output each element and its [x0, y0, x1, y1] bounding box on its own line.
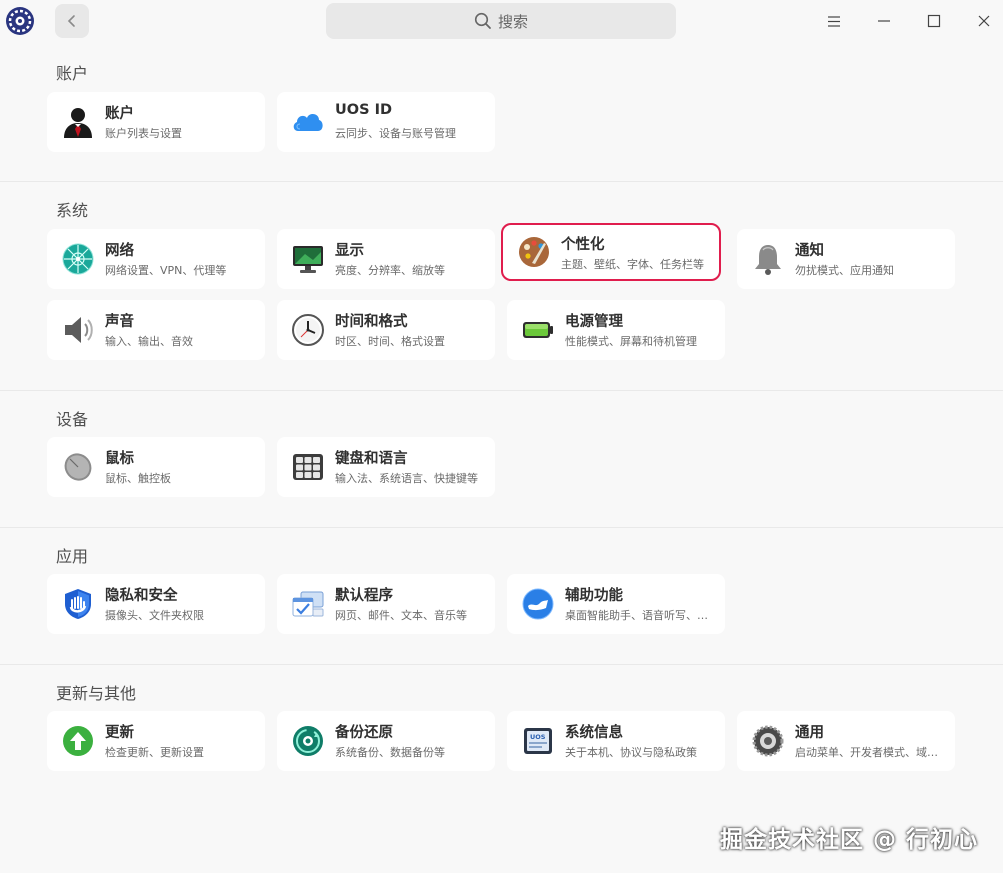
card-keyboard[interactable]: 键盘和语言 输入法、系统语言、快捷键等: [277, 437, 495, 497]
control-center-logo-icon: [6, 7, 34, 35]
menu-button[interactable]: [819, 6, 849, 36]
card-subtitle: 关于本机、协议与隐私政策: [565, 746, 697, 759]
gear-icon: [752, 725, 784, 757]
card-title: 账户: [105, 106, 134, 122]
card-subtitle: 摄像头、文件夹权限: [105, 609, 204, 622]
card-subtitle: 鼠标、触控板: [105, 472, 171, 485]
card-subtitle: 系统备份、数据备份等: [335, 746, 445, 759]
maximize-button[interactable]: [919, 6, 949, 36]
keyboard-icon: [293, 454, 323, 480]
section-title-account: 账户: [56, 64, 89, 83]
search-input[interactable]: 搜索: [326, 3, 676, 39]
card-backup[interactable]: 备份还原 系统备份、数据备份等: [277, 711, 495, 771]
card-title: 辅助功能: [565, 588, 623, 604]
update-arrow-icon: [63, 726, 93, 756]
card-subtitle: 启动菜单、开发者模式、域管…: [795, 746, 945, 759]
accessibility-icon: [522, 588, 554, 620]
card-title: 网络: [105, 243, 134, 259]
card-update[interactable]: 更新 检查更新、更新设置: [47, 711, 265, 771]
card-default-apps[interactable]: 默认程序 网页、邮件、文本、音乐等: [277, 574, 495, 634]
card-title: 默认程序: [335, 588, 393, 604]
card-datetime[interactable]: 时间和格式 时区、时间、格式设置: [277, 300, 495, 360]
card-sound[interactable]: 声音 输入、输出、音效: [47, 300, 265, 360]
cloud-icon: [293, 114, 323, 131]
card-network[interactable]: 网络 网络设置、VPN、代理等: [47, 229, 265, 289]
speaker-icon: [65, 317, 93, 343]
card-subtitle: 输入法、系统语言、快捷键等: [335, 472, 478, 485]
card-subtitle: 主题、壁纸、字体、任务栏等: [561, 258, 704, 271]
watermark-text: 掘金技术社区 @ 行初心: [720, 827, 979, 853]
section-title-updates: 更新与其他: [56, 684, 137, 703]
clock-icon: [292, 314, 324, 346]
card-mouse[interactable]: 鼠标 鼠标、触控板: [47, 437, 265, 497]
search-placeholder: 搜索: [497, 12, 528, 31]
card-title: 显示: [335, 243, 364, 259]
mouse-icon: [64, 453, 92, 481]
card-notification[interactable]: 通知 勿扰模式、应用通知: [737, 229, 955, 289]
card-privacy[interactable]: 隐私和安全 摄像头、文件夹权限: [47, 574, 265, 634]
battery-icon: [523, 322, 553, 338]
monitor-icon: [293, 246, 323, 273]
card-title: 个性化: [561, 237, 605, 253]
card-subtitle: 桌面智能助手、语音听写、语…: [565, 609, 715, 622]
minimize-button[interactable]: [869, 6, 899, 36]
card-subtitle: 检查更新、更新设置: [105, 746, 204, 759]
card-title: 电源管理: [565, 314, 623, 330]
card-general[interactable]: 通用 启动菜单、开发者模式、域管…: [737, 711, 955, 771]
card-title: 系统信息: [565, 725, 623, 741]
close-button[interactable]: [969, 6, 999, 36]
card-subtitle: 网络设置、VPN、代理等: [105, 264, 227, 277]
maximize-icon: [927, 14, 941, 28]
section-divider: [0, 527, 1003, 528]
section-title-apps: 应用: [56, 547, 89, 566]
card-subtitle: 云同步、设备与账号管理: [335, 127, 456, 140]
back-button[interactable]: [55, 4, 89, 38]
card-subtitle: 输入、输出、音效: [105, 335, 193, 348]
card-title: 更新: [105, 725, 134, 741]
section-title-devices: 设备: [56, 410, 89, 429]
card-title: 通用: [795, 725, 824, 741]
card-subtitle: 时区、时间、格式设置: [335, 335, 445, 348]
system-info-icon: UOS: [524, 728, 552, 754]
bell-icon: [755, 245, 781, 275]
uos-badge-text: UOS: [530, 733, 546, 741]
card-account[interactable]: 账户 账户列表与设置: [47, 92, 265, 152]
default-apps-icon: [292, 591, 324, 617]
section-title-system: 系统: [56, 201, 89, 220]
backup-restore-icon: [293, 726, 323, 756]
card-title: 时间和格式: [335, 314, 408, 330]
card-personalization[interactable]: 个性化 主题、壁纸、字体、任务栏等: [501, 223, 721, 281]
title-bar: 搜索: [0, 0, 1003, 44]
card-title: UOS ID: [335, 102, 393, 118]
card-uos-id[interactable]: UOS ID 云同步、设备与账号管理: [277, 92, 495, 152]
section-divider: [0, 390, 1003, 391]
card-power[interactable]: 电源管理 性能模式、屏幕和待机管理: [507, 300, 725, 360]
card-subtitle: 亮度、分辨率、缩放等: [335, 264, 445, 277]
card-title: 隐私和安全: [105, 588, 178, 604]
card-title: 声音: [105, 314, 134, 330]
hamburger-menu-icon: [828, 15, 840, 27]
card-title: 通知: [795, 243, 824, 259]
close-icon: [978, 15, 990, 27]
card-system-info[interactable]: UOS 系统信息 关于本机、协议与隐私政策: [507, 711, 725, 771]
search-icon: [474, 12, 491, 29]
chevron-left-icon: [67, 15, 75, 27]
globe-network-icon: [62, 243, 94, 275]
shield-icon: [65, 589, 91, 619]
card-accessibility[interactable]: 辅助功能 桌面智能助手、语音听写、语…: [507, 574, 725, 634]
card-subtitle: 勿扰模式、应用通知: [795, 264, 894, 277]
palette-icon: [519, 237, 549, 267]
section-divider: [0, 664, 1003, 665]
user-avatar-icon: [64, 108, 92, 138]
card-title: 备份还原: [335, 725, 393, 741]
section-divider: [0, 181, 1003, 182]
card-subtitle: 性能模式、屏幕和待机管理: [565, 335, 697, 348]
minimize-icon: [878, 20, 890, 22]
card-subtitle: 网页、邮件、文本、音乐等: [335, 609, 467, 622]
card-subtitle: 账户列表与设置: [105, 127, 182, 140]
card-title: 鼠标: [105, 451, 134, 467]
card-display[interactable]: 显示 亮度、分辨率、缩放等: [277, 229, 495, 289]
card-title: 键盘和语言: [335, 451, 408, 467]
